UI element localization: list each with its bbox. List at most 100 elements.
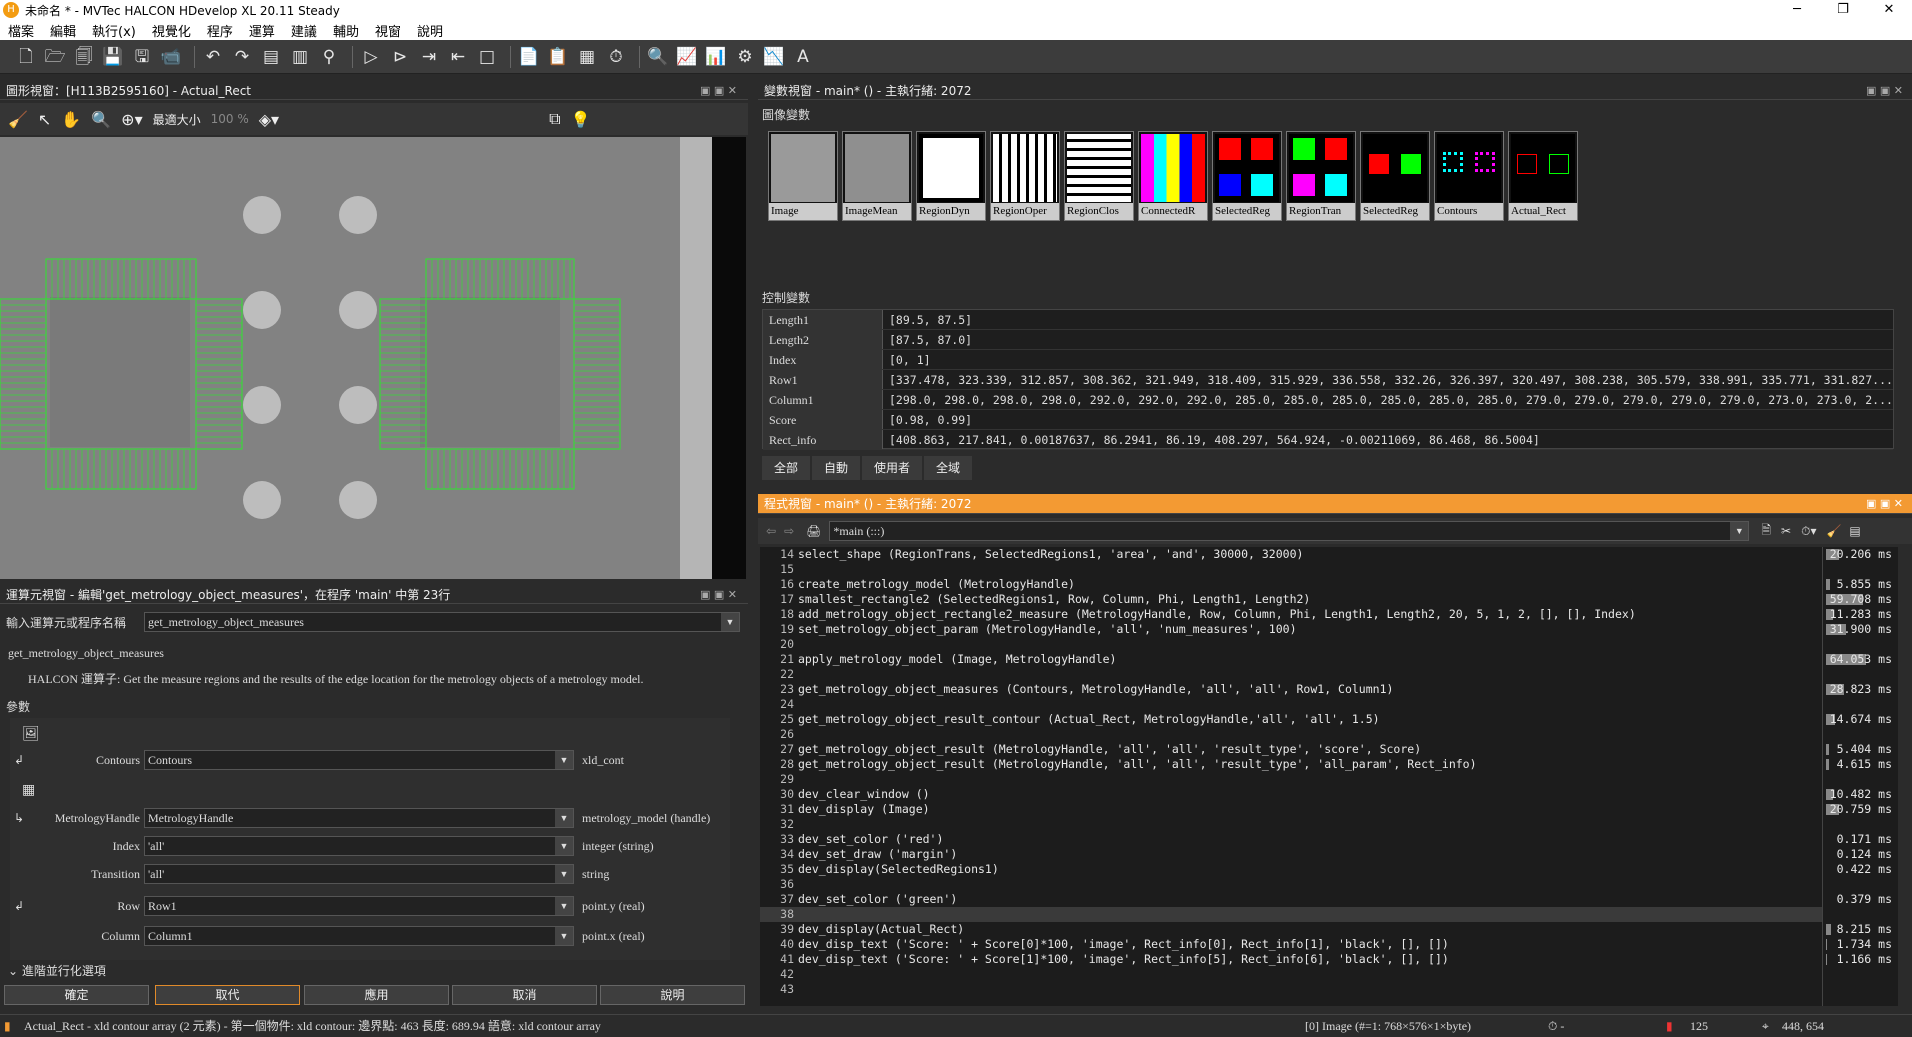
code-line[interactable]: 28 get_metrology_object_result (Metrology… [760,757,1822,772]
histogram-icon[interactable]: 📊 [704,45,728,69]
panel-controls-icon[interactable]: ▣ ▣ ✕ [700,586,737,604]
code-line[interactable]: 25 get_metrology_object_result_contour (A… [760,712,1822,727]
code-line[interactable]: 15 [760,562,1822,577]
code-line[interactable]: 30 dev_clear_window () [760,787,1822,802]
menu-assistants[interactable]: 輔助 [325,21,367,40]
iconic-var-thumb[interactable]: Actual_Rect [1508,131,1578,221]
save-icon[interactable]: 💾 [101,45,125,69]
control-var-row[interactable]: Index [0, 1] [763,350,1893,370]
code-line[interactable]: 22 [760,667,1822,682]
operator-input[interactable]: get_metrology_object_measures ▼ [144,612,740,632]
menu-execute[interactable]: 執行(x) [84,21,144,40]
profiler-icon[interactable]: ⏱ [604,45,628,69]
profiler-toggle-icon[interactable]: ⏱▾ [1801,524,1816,539]
menu-help[interactable]: 說明 [409,21,451,40]
menu-edit[interactable]: 編輯 [42,21,84,40]
menu-file[interactable]: 檔案 [0,21,42,40]
code-line[interactable]: 32 [760,817,1822,832]
replace-button[interactable]: 取代 [155,985,300,1005]
ocr-icon[interactable]: A [791,45,815,69]
iconic-var-thumb[interactable]: Image [768,131,838,221]
iconic-var-thumb[interactable]: Contours [1434,131,1504,221]
assistant-icon[interactable]: ▦ [575,45,599,69]
restore-button[interactable]: ❐ [1820,0,1866,20]
code-line[interactable]: 37 dev_set_color ('green') [760,892,1822,907]
code-line[interactable]: 31 dev_display (Image) [760,802,1822,817]
iconic-var-thumb[interactable]: SelectedReg [1212,131,1282,221]
param-row[interactable]: Row1 ▼ [144,896,574,916]
code-line[interactable]: 14 select_shape (RegionTrans, SelectedReg… [760,547,1822,562]
param-index[interactable]: 'all' ▼ [144,836,574,856]
menu-procedures[interactable]: 程序 [199,21,241,40]
redo-icon[interactable]: ↷ [230,45,254,69]
tab-auto[interactable]: 自動 [812,456,861,480]
iconic-var-thumb[interactable]: SelectedReg [1360,131,1430,221]
undo-icon[interactable]: ↶ [201,45,225,69]
code-line[interactable]: 27 get_metrology_object_result (Metrology… [760,742,1822,757]
iconic-var-thumb[interactable]: RegionOper [990,131,1060,221]
iconic-var-thumb[interactable]: ConnectedR [1138,131,1208,221]
panel-controls-icon[interactable]: ▣ ▣ ✕ [1866,82,1903,100]
open-file-icon[interactable]: 🗁 [43,45,67,69]
breakpoint-icon[interactable]: ▤ [259,45,283,69]
open-example-icon[interactable]: 🗐 [72,45,96,69]
advanced-options[interactable]: ⌄ 進階並行化選項 [8,962,106,979]
code-line[interactable]: 33 dev_set_color ('red') [760,832,1822,847]
graphics-canvas[interactable] [0,137,746,579]
feature-inspection-icon[interactable]: ⚙ [733,45,757,69]
step-over-icon[interactable]: ⊳ [388,45,412,69]
zoom-in-icon[interactable]: 🔍 [91,110,111,129]
code-line[interactable]: 17 smallest_rectangle2 (SelectedRegions1,… [760,592,1822,607]
new-file-icon[interactable]: 🗋 [14,45,38,69]
panel-float-icon[interactable]: ▣ ▣ ✕ [700,82,737,100]
zoom-icon[interactable]: 🔍 [646,45,670,69]
control-var-row[interactable]: Column1 [298.0, 298.0, 298.0, 298.0, 292.… [763,390,1893,410]
code-line[interactable]: 42 [760,967,1822,982]
forward-icon[interactable]: ⇨ [784,524,794,538]
save-procedure-icon[interactable]: 🗎 [1761,521,1771,542]
code-line[interactable]: 40 dev_disp_text ('Score: ' + Score[0]*10… [760,937,1822,952]
reset-icon[interactable]: 📄 [517,45,541,69]
code-line[interactable]: 38 [760,907,1822,922]
code-line[interactable]: 16 create_metrology_model (MetrologyHandl… [760,577,1822,592]
close-button[interactable]: ✕ [1866,0,1912,20]
code-line[interactable]: 39 dev_display(Actual_Rect) [760,922,1822,937]
code-line[interactable]: 19 set_metrology_object_param (MetrologyH… [760,622,1822,637]
pan-icon[interactable]: ✋ [61,110,81,129]
minimize-button[interactable]: ─ [1774,0,1820,20]
line-profile-icon[interactable]: 📈 [675,45,699,69]
find-icon[interactable]: ⚲ [317,45,341,69]
control-var-row[interactable]: Rect_info [408.863, 217.841, 0.00187637, … [763,430,1893,450]
clear-icon[interactable]: 🧹 [8,110,28,129]
param-metrology-handle[interactable]: MetrologyHandle ▼ [144,808,574,828]
code-line[interactable]: 29 [760,772,1822,787]
zoom-dropdown-icon[interactable]: ⊕▾ [121,110,142,129]
code-line[interactable]: 35 dev_display(SelectedRegions1) [760,862,1822,877]
param-column[interactable]: Column1 ▼ [144,926,574,946]
code-line[interactable]: 34 dev_set_draw ('margin') [760,847,1822,862]
step-into-icon[interactable]: ⇥ [417,45,441,69]
back-icon[interactable]: ⇦ [766,524,776,538]
procedure-select[interactable]: *main (:::) ▼ [829,521,1750,541]
iconic-var-thumb[interactable]: RegionDyn [916,131,986,221]
iconic-var-thumb[interactable]: RegionTran [1286,131,1356,221]
menu-operators[interactable]: 運算 [241,21,283,40]
ok-button[interactable]: 確定 [4,985,149,1005]
code-line[interactable]: 21 apply_metrology_model (Image, Metrolog… [760,652,1822,667]
layers-icon[interactable]: ⧉ [549,109,560,129]
help-button[interactable]: 說明 [600,985,745,1005]
panel-controls-icon[interactable]: ▣ ▣ ✕ [1866,494,1903,514]
lightbulb-icon[interactable]: 💡 [571,110,591,129]
pointer-icon[interactable]: ↖ [38,110,51,129]
code-line[interactable]: 43 [760,982,1822,997]
control-var-row[interactable]: Score [0.98, 0.99] [763,410,1893,430]
control-var-row[interactable]: Length2 [87.5, 87.0] [763,330,1893,350]
tab-all[interactable]: 全部 [762,456,811,480]
code-line[interactable]: 26 [760,727,1822,742]
cancel-button[interactable]: 取消 [452,985,597,1005]
code-line[interactable]: 18 add_metrology_object_rectangle2_measur… [760,607,1822,622]
control-var-row[interactable]: Length1 [89.5, 87.5] [763,310,1893,330]
save-all-icon[interactable]: 🖫 [130,45,154,69]
apply-button[interactable]: 應用 [304,985,449,1005]
menu-visualize[interactable]: 視覺化 [144,21,199,40]
